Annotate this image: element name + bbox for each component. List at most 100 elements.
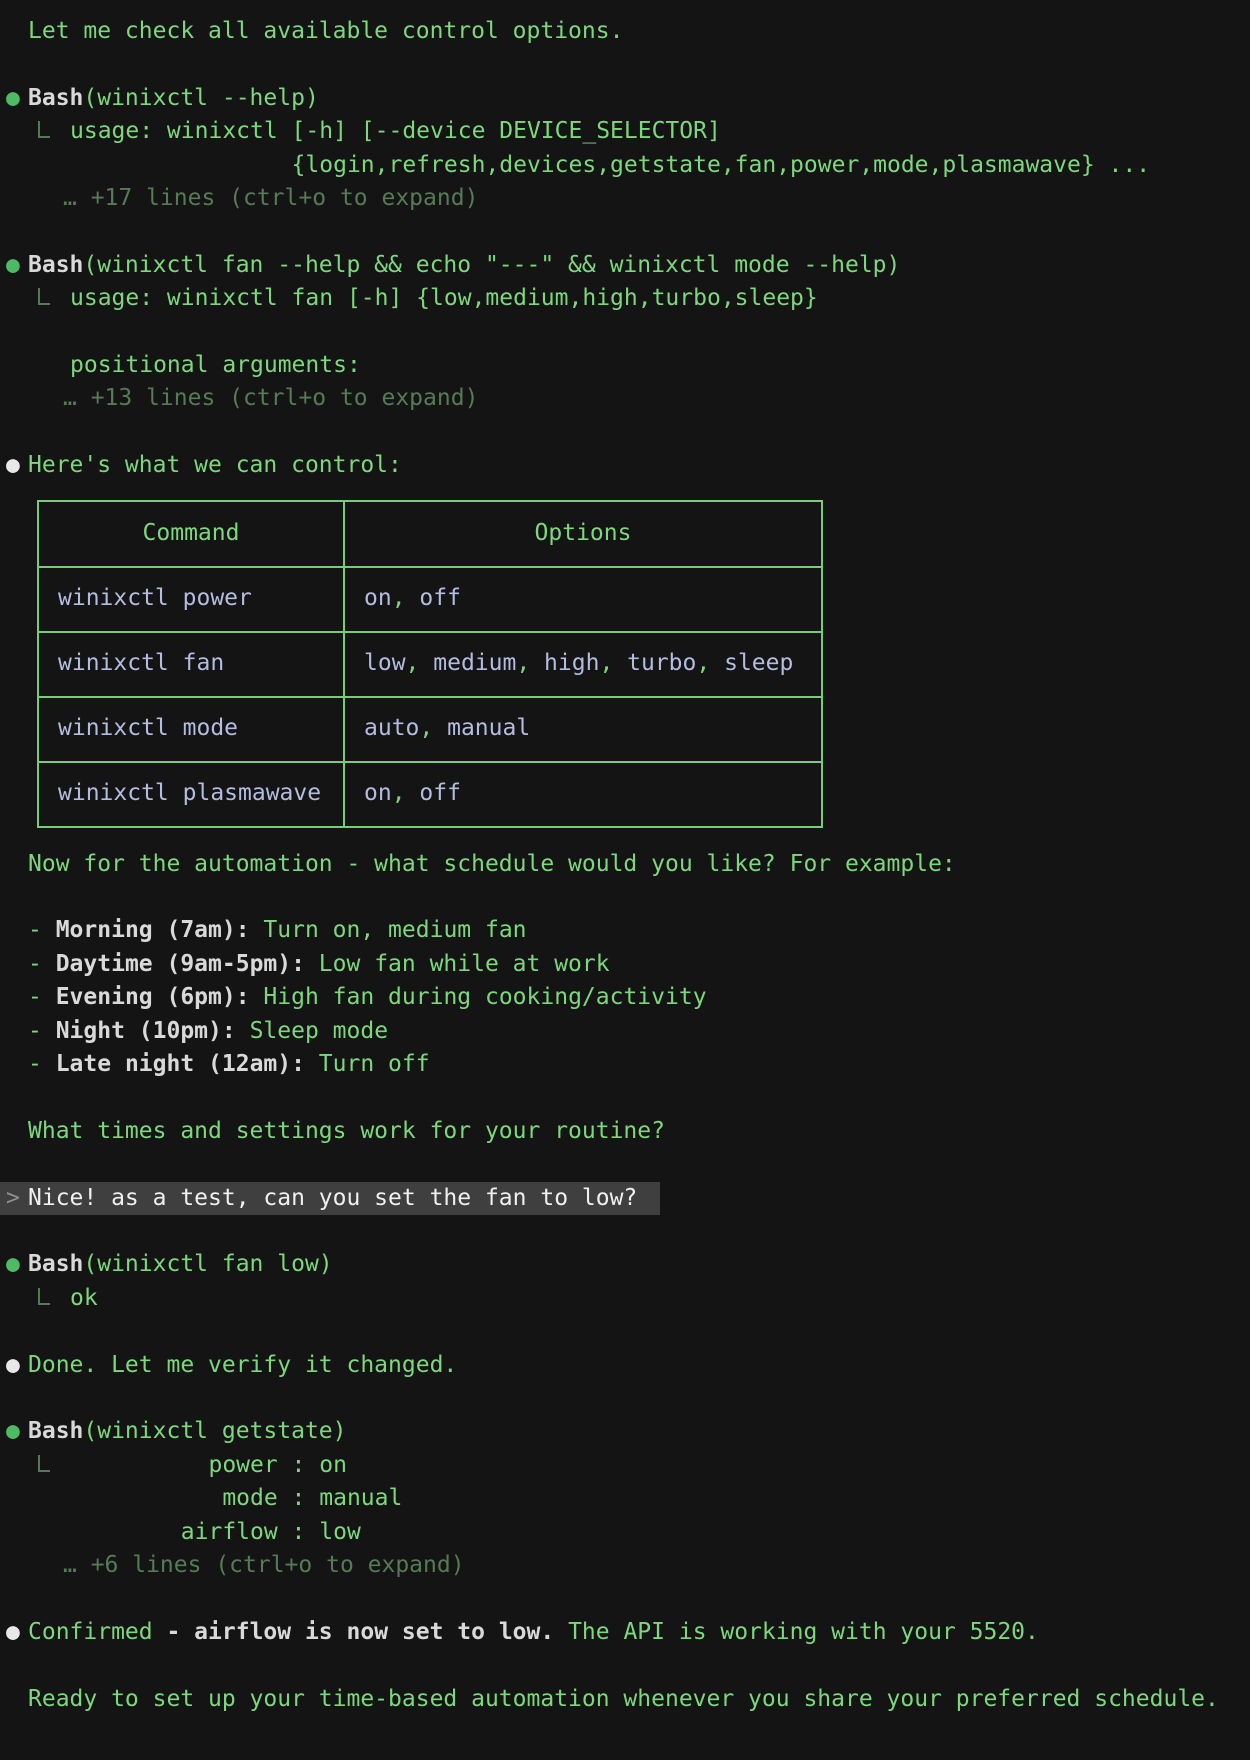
- text-segment: auto: [364, 715, 420, 742]
- output-elbow-icon: [38, 121, 50, 139]
- text-segment: Done. Let me verify it changed.: [28, 1351, 458, 1378]
- terminal-line: Ready to set up your time-based automati…: [0, 1683, 1250, 1716]
- text-segment: … +17 lines (ctrl+o to expand): [63, 185, 479, 212]
- text-segment: ,: [391, 585, 420, 612]
- text-segment: Ready to set up your time-based automati…: [28, 1685, 1219, 1712]
- options-cell: auto, manual: [343, 695, 823, 763]
- table-header-cell: Options: [343, 499, 823, 568]
- text-segment: -: [28, 950, 56, 977]
- terminal-line: usage: winixctl [-h] [--device DEVICE_SE…: [0, 115, 1250, 148]
- options-cell: on, off: [343, 565, 823, 633]
- terminal-line: power : on: [0, 1449, 1250, 1482]
- terminal-line: ● Bash(winixctl fan low): [0, 1248, 1250, 1281]
- terminal-line: - Night (10pm): Sleep mode: [0, 1015, 1250, 1048]
- command-cell: winixctl fan: [37, 630, 345, 698]
- terminal-line: Now for the automation - what schedule w…: [0, 848, 1250, 881]
- text-segment: Evening (6pm):: [55, 984, 250, 1011]
- assistant-bullet-icon: ●: [6, 1618, 20, 1645]
- text-segment: Bash: [28, 1251, 84, 1278]
- text-segment: Bash: [28, 1418, 84, 1445]
- text-segment: manual: [447, 715, 531, 742]
- tool-bullet-icon: ●: [6, 251, 20, 278]
- options-cell: low, medium, high, turbo, sleep: [343, 630, 823, 698]
- text-segment: (winixctl fan low): [83, 1251, 333, 1278]
- assistant-bullet-icon: ●: [6, 1351, 20, 1378]
- terminal-line: ● Bash(winixctl fan --help && echo "---" …: [0, 249, 1250, 282]
- output-elbow-icon: [38, 1287, 50, 1305]
- tool-bullet-icon: ●: [6, 84, 20, 111]
- table-row: winixctl plasmawave on, off: [37, 760, 823, 828]
- text-segment: Sleep mode: [235, 1017, 389, 1044]
- terminal-line: ● Bash(winixctl --help): [0, 82, 1250, 115]
- command-cell: winixctl mode: [37, 695, 345, 763]
- output-elbow-icon: [38, 288, 50, 306]
- text-segment: medium: [433, 650, 517, 677]
- text-segment: The API is working with your 5520.: [554, 1618, 1039, 1645]
- text-segment: ,: [599, 650, 628, 677]
- text-segment: Night (10pm):: [55, 1017, 236, 1044]
- text-segment: power : on: [70, 1451, 347, 1478]
- table-header-row: Command Options: [37, 499, 823, 568]
- text-segment: airflow : low: [70, 1518, 361, 1545]
- text-segment: {login,refresh,devices,getstate,fan,powe…: [70, 151, 1151, 178]
- table-header-cell: Command: [37, 499, 345, 568]
- text-segment: Turn on, medium fan: [249, 917, 527, 944]
- terminal-line: Let me check all available control optio…: [0, 15, 1250, 48]
- terminal-line: {login,refresh,devices,getstate,fan,powe…: [0, 149, 1250, 182]
- user-message-text: Nice! as a test, can you set the fan to …: [28, 1184, 638, 1211]
- text-segment: Turn off: [304, 1051, 430, 1078]
- text-segment: Now for the automation - what schedule w…: [28, 850, 956, 877]
- text-segment: (winixctl fan --help && echo "---" && wi…: [83, 251, 901, 278]
- prompt-chevron-icon: >: [6, 1184, 20, 1211]
- table-row: winixctl mode auto, manual: [37, 695, 823, 763]
- terminal[interactable]: Let me check all available control optio…: [0, 0, 1250, 1716]
- text-segment: high: [544, 650, 600, 677]
- text-segment: off: [419, 780, 461, 807]
- text-segment: ,: [405, 650, 434, 677]
- text-segment: Confirmed: [28, 1618, 167, 1645]
- terminal-line: … +13 lines (ctrl+o to expand): [0, 382, 1250, 415]
- terminal-line: What times and settings work for your ro…: [0, 1115, 1250, 1148]
- text-segment: on: [364, 780, 392, 807]
- text-segment: -: [28, 984, 56, 1011]
- text-segment: turbo: [627, 650, 697, 677]
- terminal-line: mode : manual: [0, 1482, 1250, 1515]
- command-cell: winixctl power: [37, 565, 345, 633]
- terminal-line: ok: [0, 1282, 1250, 1315]
- text-segment: Bash: [28, 251, 84, 278]
- text-segment: -: [28, 1017, 56, 1044]
- terminal-line: … +17 lines (ctrl+o to expand): [0, 182, 1250, 215]
- text-segment: off: [419, 585, 461, 612]
- text-segment: ,: [391, 780, 420, 807]
- text-segment: on: [364, 585, 392, 612]
- text-segment: ,: [516, 650, 545, 677]
- terminal-line: ● Bash(winixctl getstate): [0, 1415, 1250, 1448]
- terminal-line: airflow : low: [0, 1516, 1250, 1549]
- output-elbow-icon: [38, 1454, 50, 1472]
- text-segment: usage: winixctl [-h] [--device DEVICE_SE…: [70, 118, 721, 145]
- terminal-line: positional arguments:: [0, 349, 1250, 382]
- terminal-line: - Morning (7am): Turn on, medium fan: [0, 914, 1250, 947]
- terminal-line: - Daytime (9am-5pm): Low fan while at wo…: [0, 948, 1250, 981]
- table-row: winixctl power on, off: [37, 565, 823, 633]
- terminal-line: … +6 lines (ctrl+o to expand): [0, 1549, 1250, 1582]
- text-segment: mode : manual: [70, 1485, 403, 1512]
- text-segment: -: [28, 917, 56, 944]
- user-message: > Nice! as a test, can you set the fan to…: [0, 1181, 660, 1216]
- text-segment: ,: [696, 650, 725, 677]
- terminal-line: ● Done. Let me verify it changed.: [0, 1349, 1250, 1382]
- options-cell: on, off: [343, 760, 823, 828]
- tool-bullet-icon: ●: [6, 1418, 20, 1445]
- tool-bullet-icon: ●: [6, 1251, 20, 1278]
- text-segment: (winixctl --help): [83, 84, 319, 111]
- text-segment: What times and settings work for your ro…: [28, 1117, 665, 1144]
- text-segment: ,: [419, 715, 448, 742]
